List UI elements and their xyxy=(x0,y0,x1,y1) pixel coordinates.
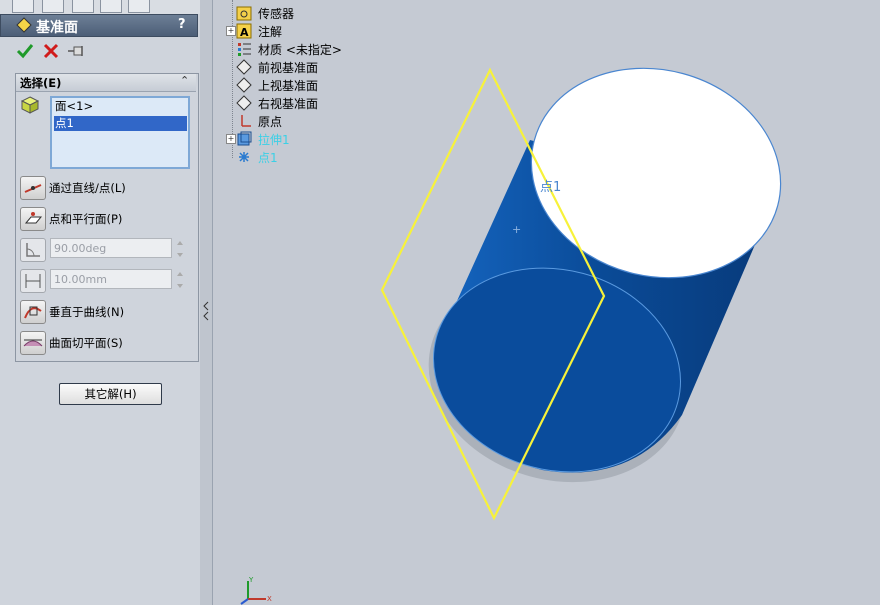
normal-to-curve-label: 垂直于曲线(N) xyxy=(49,305,125,319)
origin-icon xyxy=(241,115,251,127)
surface-tangent-button[interactable] xyxy=(20,331,46,355)
tab-configuration-manager[interactable] xyxy=(72,0,94,13)
through-line-point-button[interactable] xyxy=(20,176,46,200)
angle-spinner-arrows[interactable] xyxy=(174,238,186,260)
tab-feature-manager[interactable] xyxy=(12,0,34,13)
line-point-icon xyxy=(24,184,42,193)
selection-item-point[interactable]: 点1 xyxy=(54,116,187,131)
expand-annotations-icon[interactable]: + xyxy=(226,26,236,36)
point-parallel-plane-button[interactable] xyxy=(20,207,46,231)
normal-to-curve-button[interactable] xyxy=(20,300,46,324)
other-solutions-button[interactable]: 其它解(H) xyxy=(59,383,162,405)
annotation-icon: A xyxy=(236,23,252,39)
triad-x-label: X xyxy=(267,595,272,603)
selection-group-title: 选择(E) xyxy=(20,76,62,90)
svg-text:A: A xyxy=(240,26,249,39)
offset-distance-input[interactable]: 10.00mm xyxy=(50,269,172,289)
surface-tangent-icon xyxy=(23,339,43,347)
curve-normal-icon xyxy=(24,306,42,319)
plane-icon xyxy=(236,59,252,75)
distance-icon xyxy=(25,274,41,288)
ok-check-icon[interactable] xyxy=(16,42,34,60)
material-icon xyxy=(238,43,251,56)
collapse-panel-arrow-icon[interactable] xyxy=(203,298,209,328)
tab-property-manager[interactable] xyxy=(42,0,64,13)
parallel-plane-icon xyxy=(24,212,43,224)
point-parallel-plane-label: 点和平行面(P) xyxy=(49,212,123,226)
offset-distance-button[interactable] xyxy=(20,269,46,293)
selection-item-face[interactable]: 面<1> xyxy=(54,99,187,114)
reference-triad-icon: Y X xyxy=(240,576,272,605)
angle-icon xyxy=(26,243,40,257)
cancel-x-icon[interactable] xyxy=(42,42,60,60)
point-crosshair-icon: + xyxy=(512,223,521,236)
pushpin-icon[interactable] xyxy=(66,42,88,60)
triad-y-label: Y xyxy=(248,576,254,584)
tab-dimxpert[interactable] xyxy=(100,0,122,13)
collapse-chevron-icon[interactable]: ⌃ xyxy=(180,74,189,87)
help-icon[interactable]: ? xyxy=(178,17,186,32)
point-1-label: 点1 xyxy=(540,180,561,195)
through-line-point-label: 通过直线/点(L) xyxy=(49,181,126,195)
angle-input[interactable]: 90.00deg xyxy=(50,238,172,258)
point-icon xyxy=(239,152,249,162)
surface-tangent-label: 曲面切平面(S) xyxy=(49,336,123,350)
selection-list[interactable]: 面<1> 点1 xyxy=(50,96,190,169)
angle-button[interactable] xyxy=(20,238,46,262)
plane-icon xyxy=(236,95,252,111)
face-selection-cube-icon xyxy=(20,96,40,114)
offset-spinner-arrows[interactable] xyxy=(174,269,186,291)
panel-title: 基准面 xyxy=(36,20,78,36)
plane-icon xyxy=(236,77,252,93)
tab-display-manager[interactable] xyxy=(128,0,150,13)
extrude-icon xyxy=(237,131,252,146)
sensor-icon xyxy=(236,6,252,21)
panel-tab-strip xyxy=(0,0,200,14)
plane-feature-icon xyxy=(16,17,32,33)
expand-extrude1-icon[interactable]: + xyxy=(226,134,236,144)
